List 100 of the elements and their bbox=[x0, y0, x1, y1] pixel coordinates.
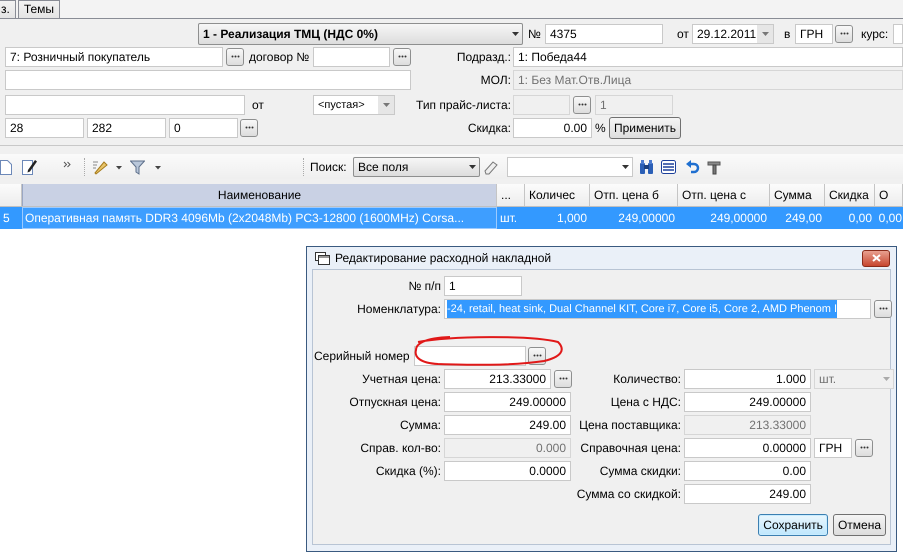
dropdown-arrow-icon bbox=[382, 102, 390, 106]
dialog-button[interactable]: Сохранить bbox=[758, 514, 828, 536]
edit-icon[interactable] bbox=[22, 158, 38, 174]
table-cell-text: 249,00 bbox=[784, 210, 823, 227]
date-picker[interactable]: 29.12.2011 bbox=[692, 24, 774, 44]
browse-button[interactable] bbox=[240, 118, 258, 136]
table-cell-text: 249,00000 bbox=[617, 210, 676, 227]
search-label: Поиск: bbox=[310, 160, 347, 174]
field-label: Серийный номер bbox=[314, 348, 410, 362]
field-label: от bbox=[677, 26, 689, 40]
column-header[interactable]: ... bbox=[497, 184, 525, 206]
table-cell-text: 0,00 bbox=[848, 210, 873, 227]
field-label: № п/п bbox=[408, 278, 441, 292]
search-scope-dropdown[interactable]: Все поля bbox=[353, 156, 480, 176]
client-field[interactable]: 7: Розничный покупатель bbox=[5, 46, 223, 66]
browse-button[interactable] bbox=[554, 370, 572, 388]
dropdown-arrow-icon bbox=[622, 164, 629, 168]
browse-button[interactable] bbox=[874, 300, 892, 318]
dropdown-arrow-icon bbox=[883, 376, 890, 380]
hammer-icon[interactable] bbox=[707, 158, 722, 174]
field-label: Номенклатура: bbox=[357, 302, 441, 316]
close-button[interactable] bbox=[862, 250, 890, 266]
dialog-button[interactable]: Отмена bbox=[832, 514, 886, 536]
column-header[interactable]: Отп. цена б bbox=[590, 184, 678, 206]
table-cell-text: 5 bbox=[2, 210, 11, 227]
value-field[interactable]: 249.00 bbox=[444, 414, 571, 434]
column-header[interactable]: Скидка bbox=[825, 184, 875, 206]
binoculars-icon[interactable] bbox=[639, 158, 654, 174]
column-header[interactable]: Наименование bbox=[22, 184, 497, 206]
field-label: договор № bbox=[249, 50, 310, 64]
ellipsis-icon bbox=[878, 307, 888, 310]
list-icon[interactable] bbox=[661, 158, 676, 174]
field-label: Учетная цена: bbox=[362, 372, 441, 386]
ellipsis-icon bbox=[840, 32, 848, 35]
value-field[interactable]: 0.0000 bbox=[444, 460, 571, 480]
filter-icon[interactable] bbox=[130, 158, 145, 174]
rate-field[interactable] bbox=[893, 24, 903, 44]
search-field[interactable] bbox=[507, 156, 633, 176]
operation-dropdown[interactable]: 1 - Реализация ТМЦ (НДС 0%) bbox=[198, 22, 523, 44]
ellipsis-icon bbox=[398, 55, 406, 58]
document-icon[interactable] bbox=[0, 158, 12, 174]
ellipsis-icon bbox=[860, 446, 868, 449]
column-header[interactable]: О bbox=[875, 184, 903, 206]
table-cell-text: шт. bbox=[499, 210, 518, 227]
ellipsis-icon bbox=[578, 103, 586, 106]
ellipsis-icon bbox=[230, 55, 240, 58]
field-label: Скидка (%): bbox=[376, 464, 441, 478]
value-field[interactable]: 213.33000 bbox=[444, 368, 551, 388]
field-label: Подразд.: bbox=[456, 50, 511, 64]
number-field[interactable]: 4375 bbox=[545, 24, 663, 44]
currency-field[interactable]: ГРН bbox=[814, 438, 852, 458]
value-field[interactable]: 249.00000 bbox=[444, 392, 571, 412]
apply-button[interactable]: Применить bbox=[609, 116, 682, 138]
code-field[interactable]: 0 bbox=[169, 118, 238, 138]
column-header[interactable]: Отп. цена с bbox=[678, 184, 770, 206]
column-header[interactable]: Количес bbox=[525, 184, 590, 206]
field-label: Сумма: bbox=[400, 418, 441, 432]
field-label: Тип прайс-листа: bbox=[416, 98, 511, 112]
text-field[interactable] bbox=[5, 94, 245, 114]
eraser-icon[interactable] bbox=[484, 158, 498, 174]
value-field[interactable]: 1.000 bbox=[684, 368, 811, 388]
value-field[interactable]: 0.00 bbox=[684, 460, 811, 480]
value-field[interactable]: 0.00000 bbox=[684, 438, 811, 458]
dropdown-arrow-icon bbox=[469, 164, 476, 168]
browse-button[interactable] bbox=[855, 438, 873, 456]
undo-icon[interactable] bbox=[685, 158, 700, 174]
division-field[interactable]: 1: Победа44 bbox=[513, 46, 903, 66]
column-header[interactable]: Сумма bbox=[770, 184, 825, 206]
field-label: Скидка: bbox=[468, 120, 511, 134]
marker-icon[interactable] bbox=[92, 158, 108, 174]
serial-field[interactable] bbox=[414, 346, 526, 366]
number-label: № bbox=[528, 26, 541, 40]
code-field[interactable]: 282 bbox=[87, 118, 166, 138]
tab[interactable]: Темы bbox=[18, 0, 60, 18]
field-label: Справочная цена: bbox=[580, 440, 681, 454]
table-cell-text: 1,000 bbox=[556, 210, 588, 227]
table-cell: Оперативная память DDR3 4096Mb (2x2048Mb) PC3-12800 (1600MHz) Corsa... bbox=[22, 207, 497, 229]
dropdown-arrow-icon bbox=[512, 32, 519, 36]
browse-button[interactable] bbox=[573, 96, 591, 114]
browse-button[interactable] bbox=[835, 24, 853, 42]
table-cell-text: 0,00 bbox=[878, 210, 903, 227]
field-label: в bbox=[784, 26, 790, 40]
ellipsis-icon bbox=[244, 126, 254, 129]
field-label: МОЛ: bbox=[480, 72, 511, 86]
text-field[interactable] bbox=[5, 70, 411, 90]
date-dropdown[interactable]: <пустая> bbox=[313, 94, 395, 114]
dialog-title: Редактирование расходной накладной bbox=[335, 251, 552, 265]
currency-field[interactable]: ГРН bbox=[795, 24, 833, 44]
contract-field[interactable] bbox=[313, 46, 390, 66]
tab[interactable]: з. bbox=[0, 0, 16, 18]
browse-button[interactable] bbox=[226, 48, 244, 66]
value-field[interactable]: 249.00 bbox=[684, 484, 811, 504]
field-label: от bbox=[252, 98, 264, 112]
code-field[interactable]: 28 bbox=[5, 118, 84, 138]
browse-button[interactable] bbox=[393, 48, 411, 66]
field-label: Отпускная цена: bbox=[349, 394, 441, 408]
value-field[interactable]: 249.00000 bbox=[684, 392, 811, 412]
percent-label: % bbox=[595, 120, 606, 134]
discount-field[interactable]: 0.00 bbox=[513, 118, 592, 138]
number-field[interactable]: 1 bbox=[444, 276, 522, 296]
